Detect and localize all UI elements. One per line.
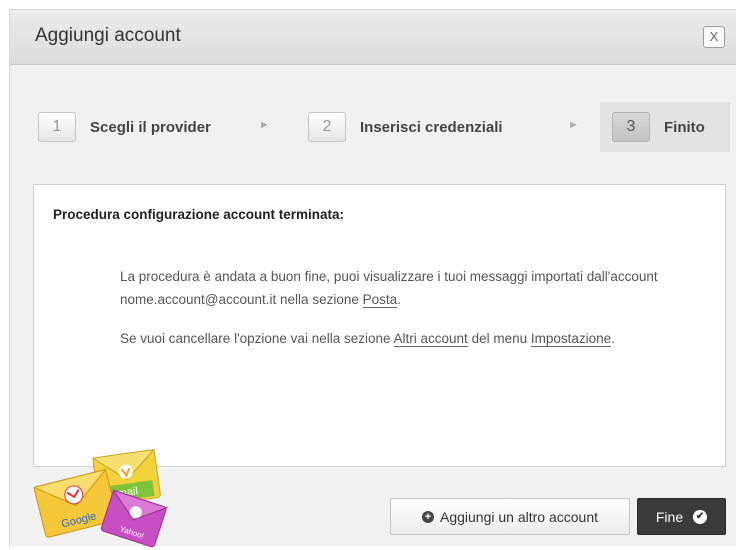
wizard-steps: 1 Scegli il provider ► 2 Inserisci crede…	[10, 102, 736, 154]
message-text: Se vuoi cancellare l'opzione vai nella s…	[120, 331, 394, 346]
step-choose-provider: 1 Scegli il provider	[38, 102, 211, 152]
dialog-titlebar: Aggiungi account X	[10, 10, 736, 65]
content-heading: Procedura configurazione account termina…	[53, 207, 345, 222]
step-number: 2	[308, 112, 346, 142]
dialog-title: Aggiungi account	[35, 25, 181, 46]
add-another-account-button[interactable]: + Aggiungi un altro account	[390, 498, 630, 535]
step-number: 1	[38, 112, 76, 142]
step-enter-credentials: 2 Inserisci credenziali	[308, 102, 503, 152]
add-circle-icon: +	[422, 510, 434, 523]
step-number: 3	[612, 112, 650, 142]
email-providers-logo-illustration: mail Google Yahoo!	[34, 448, 169, 548]
impostazione-link[interactable]: Impostazione	[530, 331, 612, 347]
step-arrow-icon: ►	[568, 119, 579, 131]
add-account-dialog: Aggiungi account X 1 Scegli il provider …	[9, 9, 736, 548]
add-another-account-label: Aggiungi un altro account	[440, 508, 598, 525]
content-panel: Procedura configurazione account termina…	[33, 184, 726, 467]
altri-account-link[interactable]: Altri account	[393, 331, 468, 347]
check-circle-icon: ✔	[693, 509, 708, 524]
close-icon: X	[709, 29, 719, 44]
message-text: del menu	[467, 331, 531, 346]
message-text: .	[611, 331, 615, 346]
delete-option-message: Se vuoi cancellare l'opzione vai nella s…	[120, 327, 660, 350]
done-label: Fine	[655, 508, 684, 525]
step-label: Inserisci credenziali	[360, 118, 503, 136]
posta-link[interactable]: Posta	[362, 292, 398, 308]
success-message: La procedura è andata a buon fine, puoi …	[120, 265, 660, 311]
done-button[interactable]: Fine ✔	[637, 498, 726, 535]
step-arrow-icon: ►	[259, 119, 270, 131]
close-button[interactable]: X	[703, 26, 725, 48]
step-finished: 3 Finito	[600, 102, 730, 152]
step-label: Finito	[664, 118, 705, 136]
message-text: .	[397, 292, 401, 307]
step-label: Scegli il provider	[90, 118, 211, 136]
